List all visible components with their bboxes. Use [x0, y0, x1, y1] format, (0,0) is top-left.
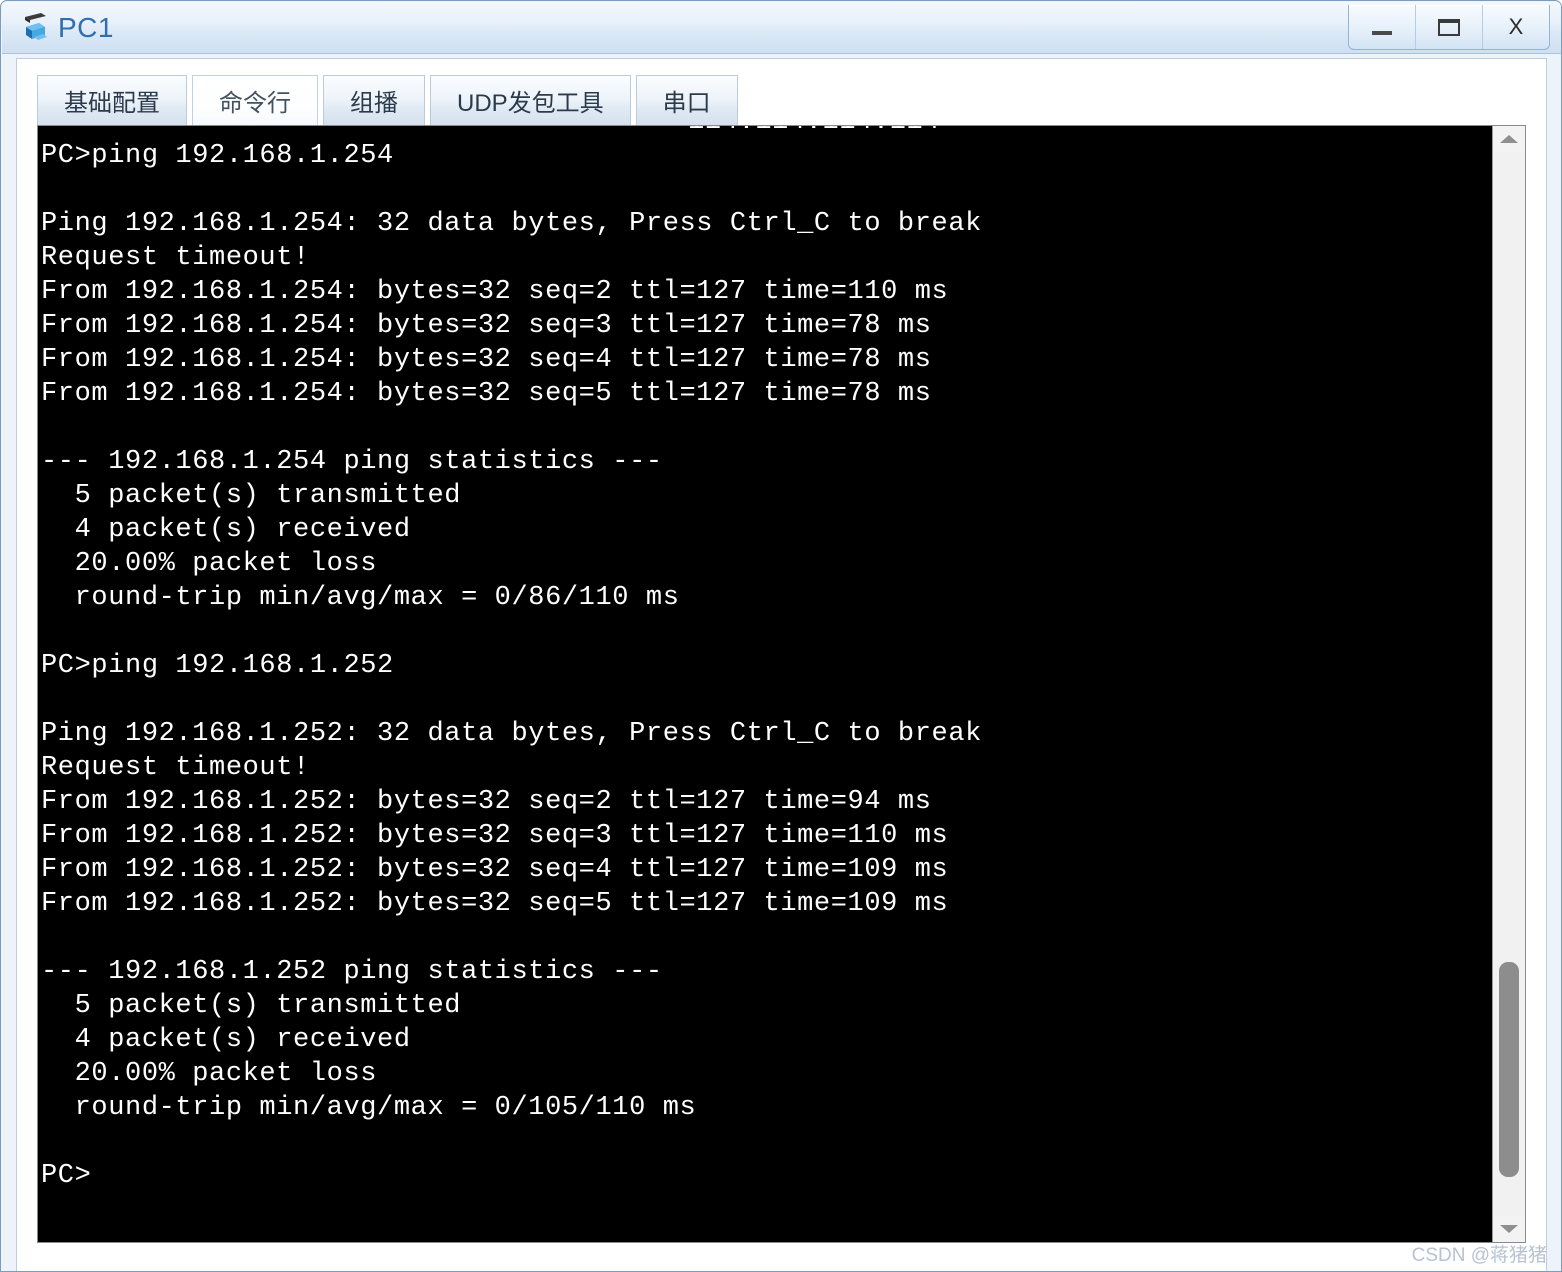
pc1-window: PC1 X 基础配置 命令行 组播 UDP发包工具 串口 PC>ping 192…	[0, 0, 1562, 1272]
window-controls: X	[1348, 5, 1550, 50]
terminal-output[interactable]: 114.114.114.114 PC>ping 192.168.1.254 Pi…	[38, 126, 1492, 1242]
maximize-icon	[1416, 5, 1482, 49]
tab-command-line[interactable]: 命令行	[192, 75, 318, 125]
watermark: CSDN @蒋猪猪	[1411, 1245, 1547, 1266]
window-content: 基础配置 命令行 组播 UDP发包工具 串口 114.114.114.114 P…	[16, 58, 1547, 1271]
terminal-scrollbar[interactable]	[1492, 126, 1525, 1242]
minimize-icon	[1349, 5, 1415, 49]
tab-bar: 基础配置 命令行 组播 UDP发包工具 串口	[37, 73, 743, 125]
pc-device-icon	[19, 9, 53, 47]
tab-label: 组播	[350, 90, 398, 117]
close-icon: X	[1508, 14, 1524, 39]
tab-label: 命令行	[219, 90, 291, 117]
minimize-button[interactable]	[1349, 5, 1416, 49]
close-button[interactable]: X	[1483, 5, 1549, 49]
scrollbar-thumb[interactable]	[1499, 962, 1519, 1177]
tab-basic-config[interactable]: 基础配置	[37, 75, 187, 125]
tab-label: UDP发包工具	[457, 90, 604, 117]
tab-udp-sender[interactable]: UDP发包工具	[430, 75, 631, 125]
title-bar: PC1 X	[2, 2, 1561, 54]
scroll-down-icon[interactable]	[1493, 1216, 1525, 1242]
window-title: PC1	[58, 12, 114, 43]
terminal-text: PC>ping 192.168.1.254 Ping 192.168.1.254…	[41, 141, 982, 1191]
tab-multicast[interactable]: 组播	[323, 75, 425, 125]
tab-serial-port[interactable]: 串口	[635, 75, 738, 125]
tab-label: 串口	[662, 90, 711, 117]
terminal-panel: 114.114.114.114 PC>ping 192.168.1.254 Pi…	[37, 125, 1526, 1243]
maximize-button[interactable]	[1416, 5, 1483, 49]
tab-label: 基础配置	[64, 90, 160, 117]
scroll-up-icon[interactable]	[1493, 126, 1525, 152]
